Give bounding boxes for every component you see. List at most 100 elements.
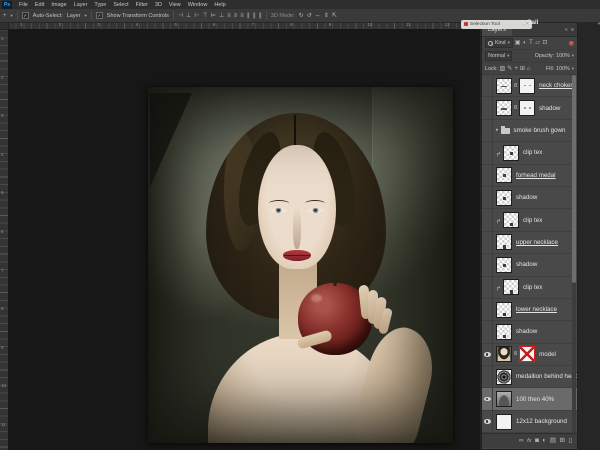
pixel-layer-filter-icon[interactable]: ▣ bbox=[515, 39, 521, 47]
canvas-work-area[interactable] bbox=[8, 29, 480, 450]
layer-row-shadow[interactable]: shadow bbox=[482, 187, 577, 209]
menu-image[interactable]: Image bbox=[51, 2, 66, 8]
layer-thumbnail[interactable] bbox=[496, 302, 512, 318]
visibility-toggle[interactable] bbox=[482, 209, 493, 230]
layer-name[interactable]: smoke brush gown bbox=[514, 127, 566, 134]
lock-transparent-pixels-icon[interactable]: ▨ bbox=[500, 65, 506, 73]
align-vertical-centers-icon[interactable]: ⊨ bbox=[211, 12, 216, 20]
new-group-icon[interactable]: ▤ bbox=[550, 436, 556, 446]
layer-mask-thumbnail[interactable] bbox=[519, 78, 535, 94]
layer-name[interactable]: medallion behind head bbox=[516, 373, 577, 380]
distribute-vertical-centers-icon[interactable]: ≡ bbox=[234, 12, 238, 20]
layer-name[interactable]: clip tex bbox=[523, 284, 542, 291]
new-layer-icon[interactable]: ⊞ bbox=[559, 436, 564, 446]
layer-thumbnail[interactable] bbox=[503, 212, 519, 228]
link-layers-icon[interactable]: ∞ bbox=[519, 436, 524, 446]
menu-layer[interactable]: Layer bbox=[74, 2, 88, 8]
lock-all-icon[interactable]: ⌂ bbox=[527, 65, 531, 73]
3d-rotate-icon[interactable]: ↻ bbox=[299, 12, 304, 20]
layer-row-shadow[interactable]: shadow bbox=[482, 254, 577, 276]
layer-row-model[interactable]: 8model bbox=[482, 344, 577, 366]
menu-select[interactable]: Select bbox=[113, 2, 128, 8]
search-text[interactable]: Selection Tool bbox=[470, 22, 520, 27]
distribute-bottom-edges-icon[interactable]: ≡ bbox=[240, 12, 244, 20]
group-caret-icon[interactable]: ▸ bbox=[496, 127, 499, 133]
adjustment-layer-filter-icon[interactable]: ◐ bbox=[523, 39, 527, 47]
layer-thumbnail[interactable] bbox=[496, 391, 512, 407]
layer-row-upper-necklace[interactable]: upper necklace bbox=[482, 232, 577, 254]
layer-row-lower-necklace[interactable]: lower necklace bbox=[482, 299, 577, 321]
layer-row-clip-tex[interactable]: ↳clip tex bbox=[482, 142, 577, 164]
layer-thumbnail[interactable] bbox=[496, 369, 512, 385]
align-right-edges-icon[interactable]: ⊢ bbox=[194, 12, 199, 20]
panel-menu-icon[interactable]: ≡ bbox=[571, 27, 574, 33]
workspace-switcher[interactable]: Gail bbox=[527, 20, 538, 26]
layer-name[interactable]: clip tex bbox=[523, 217, 542, 224]
align-horizontal-centers-icon[interactable]: ⊥ bbox=[186, 12, 191, 20]
scrollbar-thumb[interactable] bbox=[572, 75, 576, 283]
layer-name[interactable]: lower necklace bbox=[516, 306, 557, 313]
auto-select-chevron-icon[interactable]: ▾ bbox=[85, 13, 87, 19]
type-layer-filter-icon[interactable]: T bbox=[529, 39, 533, 47]
lock-image-pixels-icon[interactable]: ✎ bbox=[507, 65, 512, 73]
menu-window[interactable]: Window bbox=[188, 2, 208, 8]
visibility-toggle[interactable] bbox=[482, 232, 493, 253]
visibility-toggle[interactable] bbox=[482, 142, 493, 163]
add-layer-mask-icon[interactable]: ◙ bbox=[535, 436, 539, 446]
visibility-toggle[interactable] bbox=[482, 366, 493, 387]
layer-thumbnail[interactable] bbox=[496, 414, 512, 430]
3d-scale-icon[interactable]: ⇱ bbox=[332, 12, 337, 20]
filter-toggle-icon[interactable] bbox=[569, 41, 574, 46]
layer-name[interactable]: shadow bbox=[516, 328, 537, 335]
visibility-toggle[interactable] bbox=[482, 344, 493, 365]
layer-thumbnail[interactable] bbox=[503, 279, 519, 295]
layer-row-clip-tex[interactable]: ↳clip tex bbox=[482, 277, 577, 299]
layer-thumbnail[interactable] bbox=[496, 324, 512, 340]
layer-name[interactable]: clip tex bbox=[523, 149, 542, 156]
align-bottom-edges-icon[interactable]: ⊥ bbox=[219, 12, 224, 20]
layer-row-neck-choker[interactable]: 8neck choker bbox=[482, 75, 577, 97]
layer-thumbnail[interactable] bbox=[496, 346, 512, 362]
layer-name[interactable]: 100 then 40% bbox=[516, 396, 554, 403]
document-canvas[interactable] bbox=[148, 87, 453, 443]
3d-drag-icon[interactable]: ⇔ bbox=[315, 12, 321, 20]
layer-row-medallion-behind-head[interactable]: medallion behind head bbox=[482, 366, 577, 388]
menu-filter[interactable]: Filter bbox=[136, 2, 148, 8]
align-left-edges-icon[interactable]: ⊣ bbox=[178, 12, 183, 20]
auto-select-checkbox[interactable]: ✓ bbox=[22, 12, 29, 19]
show-transform-checkbox[interactable]: ✓ bbox=[96, 12, 103, 19]
chevron-down-icon[interactable]: ▾ bbox=[572, 53, 574, 59]
layer-row-shadow[interactable]: 8shadow bbox=[482, 97, 577, 119]
layer-row-smoke-brush-gown[interactable]: ▸ smoke brush gown bbox=[482, 120, 577, 142]
layer-name[interactable]: shadow bbox=[539, 105, 560, 112]
distribute-left-edges-icon[interactable]: ∥ bbox=[247, 12, 250, 20]
visibility-toggle[interactable] bbox=[482, 277, 493, 298]
menu-file[interactable]: File bbox=[19, 2, 28, 8]
menu-3d[interactable]: 3D bbox=[155, 2, 162, 8]
layer-row-100-then-40-[interactable]: 100 then 40% bbox=[482, 388, 577, 410]
opacity-value[interactable]: 100% bbox=[556, 53, 570, 59]
layer-name[interactable]: model bbox=[539, 351, 556, 358]
collapse-panel-icon[interactable]: « bbox=[565, 27, 568, 33]
menu-view[interactable]: View bbox=[169, 2, 181, 8]
auto-select-value[interactable]: Layer bbox=[67, 13, 81, 19]
layer-name[interactable]: 12x12 background bbox=[516, 418, 567, 425]
move-tool-icon[interactable]: + bbox=[3, 12, 7, 20]
blend-mode-dropdown[interactable]: Normal ▾ bbox=[485, 51, 512, 61]
tool-preset-chevron-icon[interactable]: ▾ bbox=[11, 13, 13, 19]
menu-help[interactable]: Help bbox=[214, 2, 225, 8]
shape-layer-filter-icon[interactable]: ▱ bbox=[535, 39, 540, 47]
layer-name[interactable]: forhead medal bbox=[516, 172, 556, 179]
search-option-icon[interactable]: ◦ bbox=[522, 22, 524, 27]
visibility-toggle[interactable] bbox=[482, 165, 493, 186]
filter-kind-dropdown[interactable]: Kind ▾ bbox=[485, 38, 513, 48]
fill-value[interactable]: 100% bbox=[556, 66, 570, 72]
visibility-toggle[interactable] bbox=[482, 187, 493, 208]
visibility-toggle[interactable] bbox=[482, 299, 493, 320]
layer-thumbnail[interactable] bbox=[496, 78, 512, 94]
layers-scrollbar[interactable] bbox=[572, 75, 576, 433]
visibility-toggle[interactable] bbox=[482, 388, 493, 409]
search-box[interactable]: Selection Tool ◦ × bbox=[461, 20, 532, 29]
visibility-toggle[interactable] bbox=[482, 75, 493, 96]
layer-row-12x12-background[interactable]: 12x12 background bbox=[482, 411, 577, 433]
